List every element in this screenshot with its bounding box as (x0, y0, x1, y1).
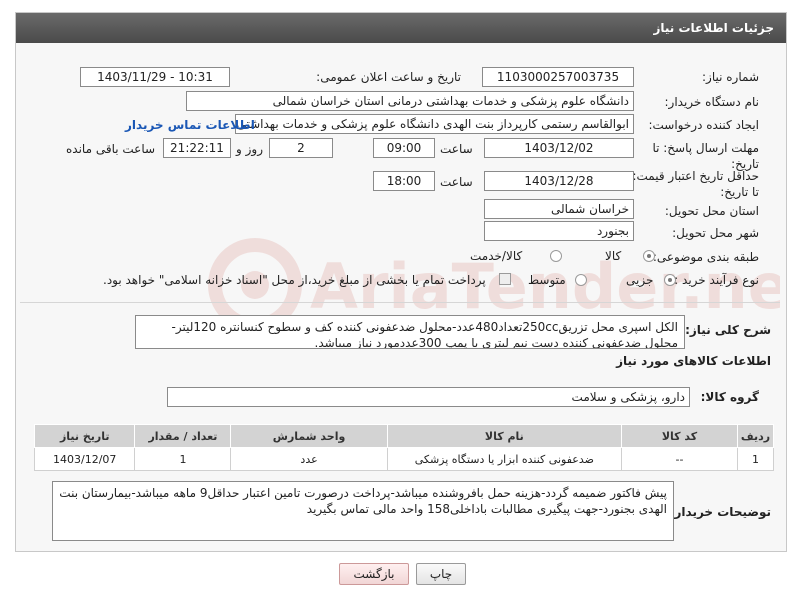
announce-datetime-field: 1403/11/29 - 10:31 (80, 67, 230, 87)
purchase-process-label: نوع فرآیند خرید : (674, 273, 759, 287)
buyer-notes-label: توضیحات خریدار: (669, 505, 771, 519)
cell-quantity: 1 (134, 447, 232, 471)
price-validity-time-label: ساعت (440, 175, 473, 189)
category-option-goods: کالا (605, 249, 622, 263)
col-quantity: تعداد / مقدار (134, 424, 232, 448)
process-radio-minor[interactable] (664, 274, 676, 286)
table-row: 1 -- ضدعفونی کننده ابزار یا دستگاه پزشکی… (33, 447, 774, 471)
buyer-contact-link[interactable]: اطلاعات تماس خریدار (125, 118, 255, 132)
reply-deadline-time: 09:00 (373, 138, 435, 158)
cell-item-code: -- (620, 447, 739, 471)
col-need-date: تاریخ نیاز (33, 424, 136, 448)
treasury-bonds-note: پرداخت تمام یا بخشی از مبلغ خرید،از محل … (103, 273, 486, 287)
price-validity-time: 18:00 (373, 171, 435, 191)
price-validity-date: 1403/12/28 (484, 171, 634, 191)
requester-label: ایجاد کننده درخواست: (648, 118, 759, 132)
back-button[interactable]: بازگشت (339, 563, 409, 585)
goods-table: ردیف کد کالا نام کالا واحد شمارش تعداد /… (33, 424, 774, 471)
process-option-medium: متوسط (528, 273, 566, 287)
category-radio-goods-service[interactable] (550, 250, 562, 262)
delivery-city-label: شهر محل تحویل: (672, 226, 759, 240)
col-unit: واحد شمارش (230, 424, 388, 448)
category-option-goods-service: کالا/خدمت (470, 249, 523, 263)
goods-section-title: اطلاعات کالاهای مورد نیاز (616, 354, 771, 368)
announce-datetime-label: تاریخ و ساعت اعلان عمومی: (316, 70, 461, 84)
panel-header: جزئیات اطلاعات نیاز (16, 13, 786, 43)
price-validity-label: حداقل تاریخ اعتبار قیمت: تا تاریخ: (632, 169, 759, 199)
col-item-code: کد کالا (620, 424, 739, 448)
buyer-org-field: دانشگاه علوم پزشکی و خدمات بهداشتی درمان… (186, 91, 634, 111)
process-radio-medium[interactable] (575, 274, 587, 286)
reply-deadline-time-label: ساعت (440, 142, 473, 156)
days-remaining-field: 2 (269, 138, 333, 158)
buyer-notes-textarea: پیش فاکتور ضمیمه گردد-هزینه حمل بافروشند… (52, 481, 674, 541)
days-label: روز و (236, 142, 263, 156)
goods-group-field: دارو، پزشکی و سلامت (167, 387, 690, 407)
treasury-bonds-checkbox[interactable] (499, 273, 511, 285)
category-label: طبقه بندی موضوعی: (652, 250, 759, 264)
time-remaining-label: ساعت باقی مانده (66, 142, 156, 156)
category-radio-goods[interactable] (643, 250, 655, 262)
panel-title: جزئیات اطلاعات نیاز (653, 21, 774, 35)
section-divider (20, 302, 780, 303)
cell-unit: عدد (230, 447, 388, 471)
process-option-minor: جزیی (626, 273, 654, 287)
cell-need-date: 1403/12/07 (33, 447, 136, 471)
need-number-label: شماره نیاز: (702, 70, 759, 84)
delivery-city-field: بجنورد (484, 221, 634, 241)
col-row-number: ردیف (737, 424, 774, 448)
time-remaining-field: 21:22:11 (163, 138, 231, 158)
cell-row-number: 1 (737, 447, 774, 471)
need-number-field: 1103000257003735 (482, 67, 634, 87)
goods-table-header: ردیف کد کالا نام کالا واحد شمارش تعداد /… (33, 424, 774, 448)
requester-field: ابوالقاسم رستمی کارپرداز بنت الهدی دانشگ… (235, 114, 634, 134)
goods-group-label: گروه کالا: (700, 390, 759, 404)
cell-item-name: ضدعفونی کننده ابزار یا دستگاه پزشکی (386, 447, 623, 471)
col-item-name: نام کالا (386, 424, 623, 448)
description-textarea: الکل اسپری محل تزریق250ccتعداد480عدد-محل… (135, 315, 685, 349)
description-label: شرح کلی نیاز: (685, 323, 771, 337)
delivery-province-field: خراسان شمالی (484, 199, 634, 219)
delivery-province-label: استان محل تحویل: (664, 204, 759, 218)
reply-deadline-date: 1403/12/02 (484, 138, 634, 158)
buyer-org-label: نام دستگاه خریدار: (664, 95, 760, 109)
print-button[interactable]: چاپ (416, 563, 466, 585)
